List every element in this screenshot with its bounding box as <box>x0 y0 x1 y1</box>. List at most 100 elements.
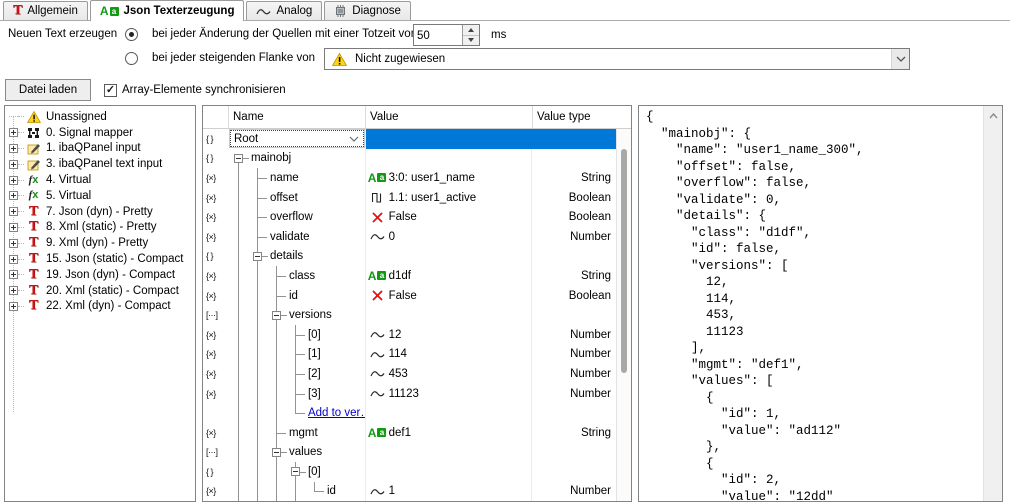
spin-up-button[interactable] <box>463 25 479 36</box>
expand-plus-icon[interactable] <box>9 160 18 169</box>
tree-item-label: 4. Virtual <box>46 174 91 186</box>
load-file-button[interactable]: Datei laden <box>5 79 91 101</box>
tab-allgemein[interactable]: TAllgemein <box>3 1 88 20</box>
node-name: name <box>270 172 299 184</box>
expand-plus-icon[interactable] <box>9 239 18 248</box>
collapse-minus-icon[interactable] <box>267 443 286 463</box>
tree-item-label: 15. Json (static) - Compact <box>46 253 183 265</box>
grid-row--3-[interactable]: {×}[3]11123Number <box>203 384 616 404</box>
tree-connector <box>248 345 267 365</box>
tree-connector <box>286 384 305 404</box>
node-name: overflow <box>270 211 313 223</box>
tree-item-label: 0. Signal mapper <box>46 127 133 139</box>
collapse-minus-icon[interactable] <box>248 247 267 267</box>
grid-scrollbar-thumb[interactable] <box>621 149 627 373</box>
tree-item[interactable]: T19. Json (dyn) - Compact <box>5 267 195 283</box>
collapse-minus-icon[interactable] <box>229 149 248 169</box>
tree-item[interactable]: fx4. Virtual <box>5 172 195 188</box>
tree-connector <box>229 482 248 502</box>
tree-item[interactable]: 1. ibaQPanel input <box>5 141 195 157</box>
node-type-glyph: {×} <box>203 423 229 443</box>
node-value: 12 <box>389 329 402 341</box>
tree-item[interactable]: T20. Xml (static) - Compact <box>5 283 195 299</box>
tab-diagnose[interactable]: Diagnose <box>324 1 411 20</box>
sync-array-checkbox[interactable]: ✓ <box>104 84 117 97</box>
grid-row-overflow[interactable]: {×}overflowFalseBoolean <box>203 207 616 227</box>
node-value-type: String <box>532 266 616 286</box>
tree-item[interactable]: T15. Json (static) - Compact <box>5 251 195 267</box>
spin-down-button[interactable] <box>463 36 479 46</box>
tree-item[interactable]: 3. ibaQPanel text input <box>5 156 195 172</box>
grid-row-versions[interactable]: [···]versions <box>203 305 616 325</box>
column-header-name[interactable]: Name <box>229 106 366 128</box>
edge-signal-combobox[interactable]: Nicht zugewiesen <box>324 48 910 70</box>
json-scrollbar[interactable] <box>983 106 1002 501</box>
grid-row-offset[interactable]: {×}offset1.1: user1_activeBoolean <box>203 188 616 208</box>
grid-row-details[interactable]: { }details <box>203 247 616 267</box>
grid-row-id[interactable]: {×}idFalseBoolean <box>203 286 616 306</box>
grid-row-add-to-ver-[interactable]: Add to ver… <box>203 403 616 423</box>
tree-connector <box>248 403 267 423</box>
tab-json-texterzeugung[interactable]: AaJson Texterzeugung <box>90 0 245 21</box>
expand-plus-icon[interactable] <box>9 191 18 200</box>
grid-row--2-[interactable]: {×}[2]453Number <box>203 364 616 384</box>
expand-plus-icon[interactable] <box>9 286 18 295</box>
grid-row--1-[interactable]: {×}[1]114Number <box>203 345 616 365</box>
expand-plus-icon[interactable] <box>9 207 18 216</box>
grid-row-name[interactable]: {×}nameAa3:0: user1_nameString <box>203 168 616 188</box>
node-name: [1] <box>308 348 321 360</box>
expand-plus-icon[interactable] <box>9 223 18 232</box>
node-value: 114 <box>389 348 407 360</box>
column-header-type-glyph <box>203 106 229 128</box>
expand-plus-icon[interactable] <box>9 255 18 264</box>
tree-item[interactable]: 0. Signal mapper <box>5 125 195 141</box>
grid-row-mgmt[interactable]: {×}mgmtAadef1String <box>203 423 616 443</box>
tab-analog[interactable]: Analog <box>246 1 322 20</box>
node-type-glyph: {×} <box>203 286 229 306</box>
radio-rising-edge[interactable] <box>125 52 138 65</box>
grid-row--0-[interactable]: { }[0] <box>203 462 616 482</box>
grid-row-id[interactable]: {×}id1Number <box>203 482 616 502</box>
expand-plus-icon[interactable] <box>9 302 18 311</box>
tree-item[interactable]: T7. Json (dyn) - Pretty <box>5 204 195 220</box>
tree-item[interactable]: T9. Xml (dyn) - Pretty <box>5 235 195 251</box>
text-icon: T <box>25 300 42 312</box>
radio-deadtime[interactable] <box>125 28 138 41</box>
node-name: versions <box>289 309 332 321</box>
deadtime-spinbox[interactable] <box>413 24 480 46</box>
node-value-type: Number <box>532 364 616 384</box>
node-value-cell: Aadef1 <box>366 423 533 443</box>
chevron-down-icon[interactable] <box>891 49 909 69</box>
grid-row-values[interactable]: [···]values <box>203 443 616 463</box>
grid-row-mainobj[interactable]: { }mainobj <box>203 149 616 169</box>
expand-plus-icon[interactable] <box>9 270 18 279</box>
node-value: d1df <box>389 270 411 282</box>
deadtime-input[interactable] <box>414 25 462 45</box>
tree-item[interactable]: T22. Xml (dyn) - Compact <box>5 299 195 315</box>
edge-signal-value: Nicht zugewiesen <box>355 53 445 65</box>
expand-plus-icon[interactable] <box>9 144 18 153</box>
tree-item[interactable]: fx5. Virtual <box>5 188 195 204</box>
sine-icon <box>369 369 386 378</box>
tree-stub <box>18 211 24 212</box>
tree-item[interactable]: Unassigned <box>5 109 195 125</box>
string-icon: Aa <box>369 271 386 281</box>
collapse-minus-icon[interactable] <box>267 305 286 325</box>
expand-plus-icon[interactable] <box>9 128 18 137</box>
tab-label: Allgemein <box>27 5 78 17</box>
add-to-array-link[interactable]: Add to ver… <box>308 407 366 419</box>
column-header-value-type[interactable]: Value type <box>533 106 617 128</box>
column-header-value[interactable]: Value <box>366 106 533 128</box>
grid-row-class[interactable]: {×}classAad1dfString <box>203 266 616 286</box>
grid-row--0-[interactable]: {×}[0]12Number <box>203 325 616 345</box>
generate-text-label: Neuen Text erzeugen <box>8 28 117 40</box>
node-value-type <box>532 305 616 325</box>
grid-row-root[interactable]: { } Root <box>203 129 616 149</box>
grid-row-validate[interactable]: {×}validate0Number <box>203 227 616 247</box>
signal-source-tree: Unassigned 0. Signal mapper 1. ibaQPanel i… <box>4 105 196 502</box>
tree-item[interactable]: T8. Xml (static) - Pretty <box>5 220 195 236</box>
collapse-minus-icon[interactable] <box>286 462 305 482</box>
expand-plus-icon[interactable] <box>9 176 18 185</box>
root-node-combobox[interactable]: Root <box>230 130 364 147</box>
grid-scrollbar[interactable] <box>616 129 631 501</box>
